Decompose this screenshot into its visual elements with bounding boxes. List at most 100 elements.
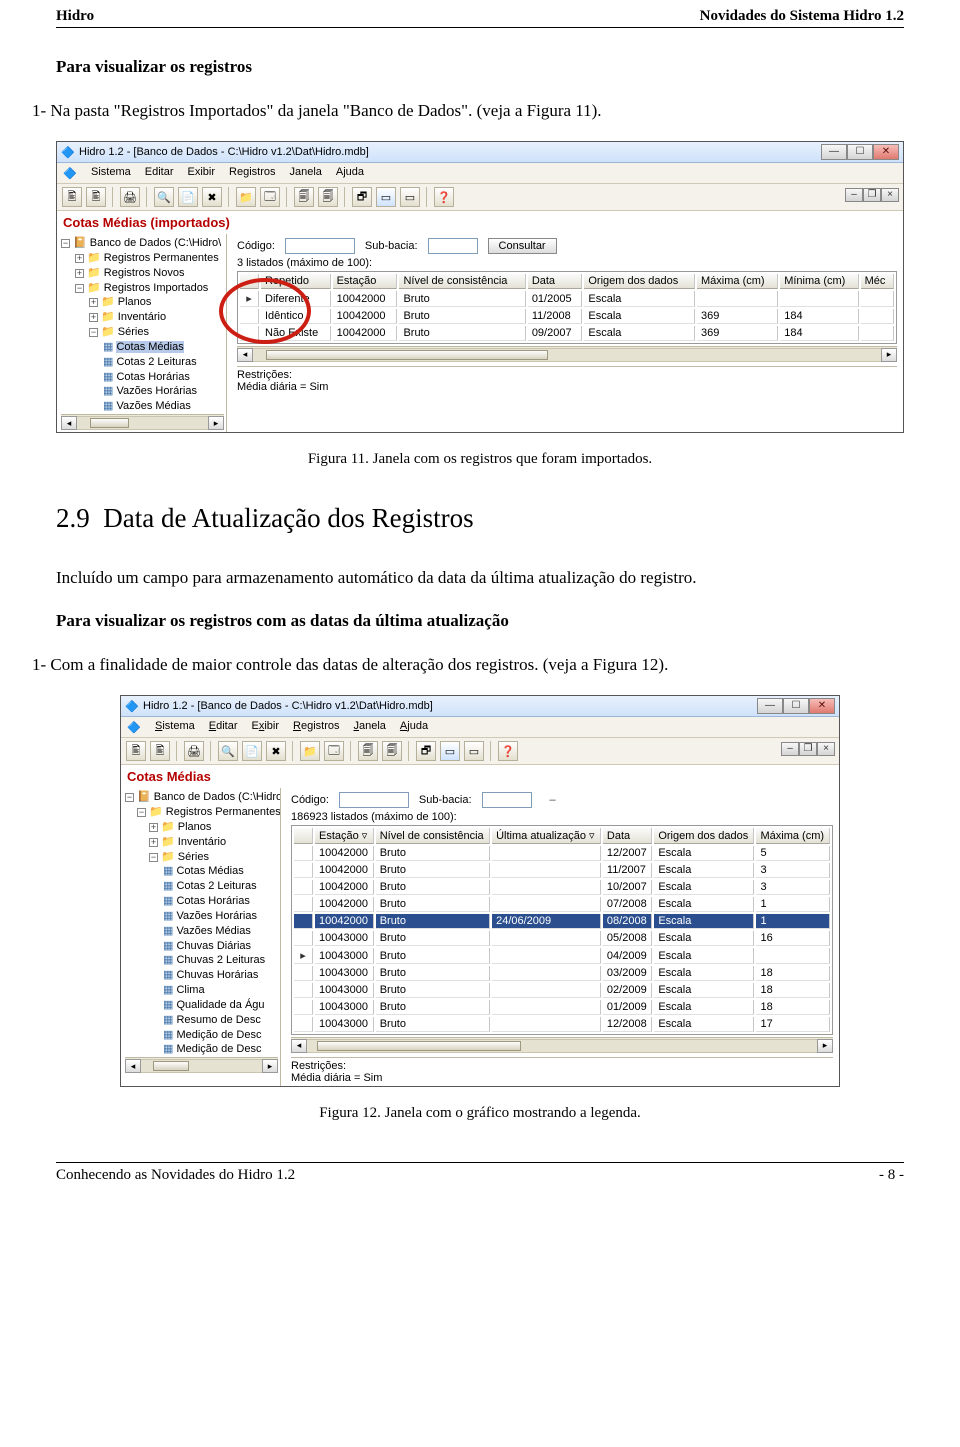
mdi-restore-button[interactable]: ❐ bbox=[863, 188, 881, 202]
tree-node[interactable]: Cotas Médias bbox=[176, 865, 243, 877]
grid-h-scroll[interactable]: ◂ ▸ bbox=[237, 346, 897, 362]
tree-pane[interactable]: −📔 Banco de Dados (C:\Hidro v1 −📁 Regist… bbox=[121, 788, 281, 1086]
tree-pane[interactable]: −📔 Banco de Dados (C:\Hidro\ +📁 Registro… bbox=[57, 234, 227, 432]
minimize-button[interactable]: — bbox=[821, 144, 847, 160]
table-row[interactable]: 10043000Bruto12/2008Escala17 bbox=[294, 1017, 830, 1032]
menu-sistema[interactable]: Sistema bbox=[91, 166, 131, 180]
maximize-button[interactable]: ☐ bbox=[783, 698, 809, 714]
col-header[interactable]: Nível de consistência bbox=[399, 274, 525, 289]
tree-node[interactable]: Séries bbox=[118, 326, 149, 338]
tree-node[interactable]: Registros Importados bbox=[104, 282, 209, 294]
toolbar-button[interactable]: 🖨 bbox=[184, 741, 204, 761]
codigo-input[interactable] bbox=[285, 238, 355, 254]
table-row[interactable]: ▸10043000Bruto04/2009Escala bbox=[294, 948, 830, 964]
toolbar-button[interactable]: 🖺 bbox=[62, 187, 82, 207]
maximize-button[interactable]: ☐ bbox=[847, 144, 873, 160]
table-row[interactable]: 10043000Bruto03/2009Escala18 bbox=[294, 966, 830, 981]
col-header[interactable]: Nível de consistência bbox=[376, 828, 490, 844]
table-row[interactable]: 10042000Bruto07/2008Escala1 bbox=[294, 897, 830, 912]
tree-node[interactable]: Cotas Horárias bbox=[116, 371, 189, 383]
toolbar-button[interactable]: ✖ bbox=[202, 187, 222, 207]
subbacia-input[interactable] bbox=[482, 792, 532, 808]
codigo-input[interactable] bbox=[339, 792, 409, 808]
menu-registros[interactable]: Registros bbox=[229, 166, 275, 180]
toolbar-button[interactable]: 📁 bbox=[300, 741, 320, 761]
data-grid[interactable]: Repetido Estação Nível de consistência D… bbox=[237, 271, 897, 344]
tree-node[interactable]: Medição de Desc bbox=[176, 1043, 261, 1055]
close-button[interactable]: ✕ bbox=[809, 698, 835, 714]
toolbar-button[interactable]: 🗔 bbox=[260, 187, 280, 207]
tree-node[interactable]: Vazões Horárias bbox=[176, 910, 257, 922]
toolbar-button[interactable]: ❓ bbox=[434, 187, 454, 207]
mdi-close-button[interactable]: × bbox=[817, 742, 835, 756]
mdi-minimize-button[interactable]: – bbox=[845, 188, 863, 202]
tree-node[interactable]: Chuvas Horárias bbox=[176, 969, 258, 981]
col-header[interactable]: Data bbox=[528, 274, 583, 289]
menu-sistema[interactable]: Sistema bbox=[155, 720, 195, 734]
toolbar-button[interactable]: 🖺 bbox=[150, 741, 170, 761]
table-row-selected[interactable]: 10042000Bruto24/06/200908/2008Escala1 bbox=[294, 914, 830, 929]
tree-node[interactable]: Banco de Dados (C:\Hidro\ bbox=[90, 237, 221, 249]
col-header[interactable]: Máxima (cm) bbox=[756, 828, 830, 844]
menu-janela[interactable]: Janela bbox=[354, 720, 386, 734]
tree-node[interactable]: Medição de Desc bbox=[176, 1029, 261, 1041]
consultar-button[interactable]: Consultar bbox=[488, 238, 557, 254]
minimize-button[interactable]: — bbox=[757, 698, 783, 714]
table-row[interactable]: 10043000Bruto02/2009Escala18 bbox=[294, 983, 830, 998]
scroll-right-icon[interactable]: ▸ bbox=[817, 1039, 833, 1053]
toolbar-button[interactable]: 📁 bbox=[236, 187, 256, 207]
col-header[interactable]: Estação bbox=[333, 274, 398, 289]
tree-node[interactable]: Vazões Médias bbox=[176, 925, 250, 937]
mdi-close-button[interactable]: × bbox=[881, 188, 899, 202]
scroll-right-icon[interactable]: ▸ bbox=[881, 348, 897, 362]
table-row[interactable]: 10042000Bruto10/2007Escala3 bbox=[294, 880, 830, 895]
toolbar-button[interactable]: 🖺 bbox=[86, 187, 106, 207]
close-button[interactable]: ✕ bbox=[873, 144, 899, 160]
tree-node[interactable]: Planos bbox=[178, 821, 212, 833]
menu-janela[interactable]: Janela bbox=[289, 166, 321, 180]
tree-node[interactable]: Registros Novos bbox=[104, 267, 185, 279]
toolbar-button[interactable]: ✖ bbox=[266, 741, 286, 761]
toolbar-button[interactable]: 🗗 bbox=[416, 741, 436, 761]
tree-node[interactable]: Vazões Médias bbox=[116, 400, 190, 412]
menu-exibir[interactable]: Exibir bbox=[188, 166, 216, 180]
scroll-right-icon[interactable]: ▸ bbox=[208, 416, 224, 430]
scroll-left-icon[interactable]: ◂ bbox=[125, 1059, 141, 1073]
table-row[interactable]: 10042000Bruto11/2007Escala3 bbox=[294, 863, 830, 878]
tree-node[interactable]: Séries bbox=[178, 851, 209, 863]
toolbar-button[interactable]: 🔍 bbox=[218, 741, 238, 761]
menu-exibir[interactable]: Exibir bbox=[252, 720, 280, 734]
tree-node[interactable]: Planos bbox=[118, 296, 152, 308]
toolbar-button[interactable]: 🖨 bbox=[120, 187, 140, 207]
tree-node[interactable]: Inventário bbox=[118, 311, 166, 323]
toolbar-button[interactable]: 🗐 bbox=[318, 187, 338, 207]
col-header[interactable]: Última atualização ▿ bbox=[492, 828, 601, 844]
toolbar-button[interactable]: ▭ bbox=[376, 187, 396, 207]
table-row[interactable]: 10043000Bruto05/2008Escala16 bbox=[294, 931, 830, 946]
tree-node[interactable]: Inventário bbox=[178, 836, 226, 848]
col-header[interactable]: Data bbox=[603, 828, 652, 844]
toolbar-button[interactable]: 🗐 bbox=[358, 741, 378, 761]
col-header[interactable]: Méc bbox=[861, 274, 894, 289]
tree-node[interactable]: Banco de Dados (C:\Hidro v1 bbox=[154, 791, 281, 803]
scroll-right-icon[interactable]: ▸ bbox=[262, 1059, 278, 1073]
table-row[interactable]: Não Existe10042000Bruto09/2007Escala3691… bbox=[240, 326, 894, 341]
toolbar-button[interactable]: 📄 bbox=[178, 187, 198, 207]
toolbar-button[interactable]: ▭ bbox=[440, 741, 460, 761]
tree-h-scroll[interactable]: ◂ ▸ bbox=[125, 1057, 278, 1073]
toolbar-button[interactable]: 🔍 bbox=[154, 187, 174, 207]
tree-node[interactable]: Cotas 2 Leituras bbox=[176, 880, 256, 892]
toolbar-button[interactable]: 🗔 bbox=[324, 741, 344, 761]
toolbar-button[interactable]: 🗗 bbox=[352, 187, 372, 207]
toolbar-button[interactable]: ▭ bbox=[400, 187, 420, 207]
data-grid[interactable]: Estação ▿ Nível de consistência Última a… bbox=[291, 825, 833, 1035]
tree-node[interactable]: Vazões Horárias bbox=[116, 385, 197, 397]
tree-node[interactable]: Clima bbox=[176, 984, 204, 996]
scroll-left-icon[interactable]: ◂ bbox=[291, 1039, 307, 1053]
subbacia-input[interactable] bbox=[428, 238, 478, 254]
mdi-minimize-button[interactable]: – bbox=[781, 742, 799, 756]
scroll-left-icon[interactable]: ◂ bbox=[61, 416, 77, 430]
col-header[interactable]: Máxima (cm) bbox=[697, 274, 778, 289]
table-row[interactable]: 10042000Bruto12/2007Escala5 bbox=[294, 846, 830, 861]
tree-node[interactable]: Registros Permanentes bbox=[104, 252, 219, 264]
